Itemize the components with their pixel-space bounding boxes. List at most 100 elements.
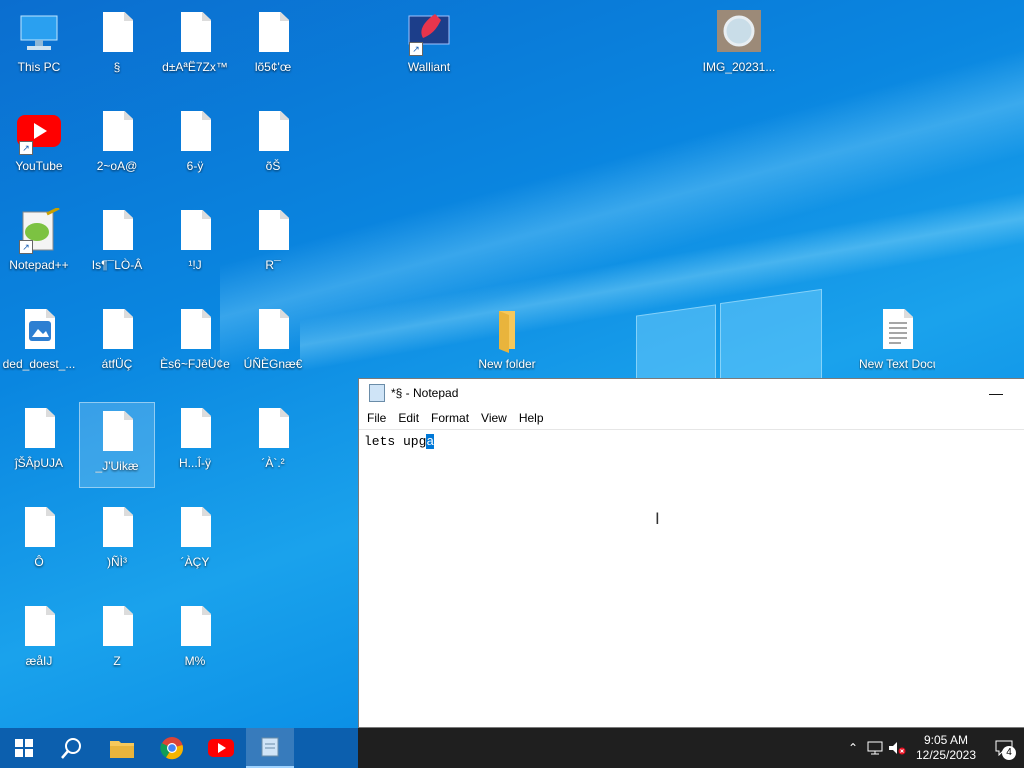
- shortcut-arrow-icon: ↗: [19, 240, 33, 254]
- desktop-icon-file[interactable]: ÚÑÈGnæ€: [235, 301, 311, 387]
- taskbar-youtube[interactable]: [197, 728, 245, 768]
- image-file-icon: [17, 307, 61, 353]
- clock[interactable]: 9:05 AM 12/25/2023: [908, 733, 984, 763]
- desktop-icon-file[interactable]: átfÜÇ: [79, 301, 155, 387]
- notification-count-badge: 4: [1002, 746, 1016, 760]
- minimize-button[interactable]: —: [986, 383, 1006, 403]
- selected-text: a: [426, 434, 435, 449]
- icon-label: ´ÀÇY: [180, 555, 210, 569]
- text-editor-area[interactable]: lets upga: [359, 430, 1024, 453]
- menu-bar: File Edit Format View Help: [359, 407, 1024, 430]
- icon-label: ´À`.²: [261, 456, 285, 470]
- desktop-icon-new-folder[interactable]: New folder: [469, 301, 545, 387]
- clock-time: 9:05 AM: [923, 733, 969, 747]
- desktop-icon-file[interactable]: ĵŠÂpUJA: [1, 400, 77, 486]
- desktop-icon-file[interactable]: lõ5¢'œ: [235, 4, 311, 90]
- clock-date: 12/25/2023: [915, 748, 977, 762]
- file-icon: [251, 208, 295, 254]
- search-button[interactable]: [48, 728, 96, 768]
- desktop-icon-walliant[interactable]: ↗ Walliant: [391, 4, 467, 90]
- volume-button[interactable]: [886, 728, 908, 768]
- menu-help[interactable]: Help: [513, 409, 550, 427]
- desktop-icon-file[interactable]: æåIJ: [1, 598, 77, 684]
- notepad-window[interactable]: *§ - Notepad — File Edit Format View Hel…: [358, 378, 1024, 728]
- desktop-icon-file[interactable]: )ÑÌ³: [79, 499, 155, 585]
- icon-label: Z: [113, 654, 121, 668]
- desktop-icon-this-pc[interactable]: This PC: [1, 4, 77, 90]
- file-icon: [95, 307, 139, 353]
- desktop-icon-ded-doest[interactable]: ded_doest_...: [1, 301, 77, 387]
- menu-file[interactable]: File: [361, 409, 392, 427]
- walliant-icon: ↗: [407, 10, 451, 56]
- editor-text: lets upg: [364, 434, 427, 449]
- file-icon: [95, 208, 139, 254]
- network-icon: [867, 741, 883, 755]
- desktop-icon-file[interactable]: d±AªË7Zx™: [157, 4, 233, 90]
- icon-label: M%: [184, 654, 206, 668]
- file-icon: [17, 406, 61, 452]
- desktop-icon-file[interactable]: ´À`.²: [235, 400, 311, 486]
- shortcut-arrow-icon: ↗: [19, 141, 33, 155]
- taskbar-chrome[interactable]: [148, 728, 196, 768]
- menu-edit[interactable]: Edit: [392, 409, 425, 427]
- icon-label: Walliant: [407, 60, 451, 74]
- icon-label: ded_doest_...: [2, 357, 76, 371]
- icon-label: 6-ÿ: [186, 159, 204, 173]
- desktop-icon-file[interactable]: ¹!J: [157, 202, 233, 288]
- folder-icon: [485, 307, 529, 353]
- desktop-icon-file[interactable]: õŠ: [235, 103, 311, 189]
- desktop-icon-file[interactable]: M%: [157, 598, 233, 684]
- start-button[interactable]: [0, 728, 48, 768]
- youtube-icon: [208, 739, 234, 757]
- desktop-icon-img[interactable]: IMG_20231...: [701, 4, 777, 90]
- notepad-title-bar[interactable]: *§ - Notepad: [359, 379, 1024, 407]
- menu-format[interactable]: Format: [425, 409, 475, 427]
- system-tray: ⌃ 9:05 AM 12/25/2023 4: [842, 728, 1024, 768]
- file-icon: [95, 409, 139, 455]
- show-hidden-icons-button[interactable]: ⌃: [842, 728, 864, 768]
- menu-view[interactable]: View: [475, 409, 513, 427]
- text-document-icon: [875, 307, 919, 353]
- desktop-icon-file-selected[interactable]: _J'Uikæ: [79, 402, 155, 488]
- window-title: *§ - Notepad: [391, 386, 459, 400]
- icon-label: New folder: [478, 357, 536, 371]
- taskbar: ⌃ 9:05 AM 12/25/2023 4: [0, 728, 1024, 768]
- notepadpp-icon: ↗: [17, 206, 61, 254]
- file-icon: [95, 604, 139, 650]
- desktop-icon-new-text-document[interactable]: New Text Document: [859, 301, 935, 379]
- network-button[interactable]: [864, 728, 886, 768]
- taskbar-notepad[interactable]: [246, 728, 294, 768]
- desktop-icon-notepadpp[interactable]: ↗ Notepad++: [1, 202, 77, 288]
- desktop-icon-file[interactable]: ´ÀÇY: [157, 499, 233, 585]
- desktop-icon-file[interactable]: Ès6~FJêÙ¢e: [157, 301, 233, 387]
- file-icon: [173, 505, 217, 551]
- desktop-icon-youtube[interactable]: ↗ YouTube: [1, 103, 77, 189]
- chrome-icon: [160, 737, 184, 760]
- desktop-icon-file[interactable]: Z: [79, 598, 155, 684]
- icon-label: ¹!J: [188, 258, 202, 272]
- icon-label: IMG_20231...: [702, 60, 776, 74]
- desktop-icon-file[interactable]: R¯: [235, 202, 311, 288]
- windows-icon: [15, 739, 33, 757]
- icon-label: æåIJ: [25, 654, 53, 668]
- file-icon: [173, 406, 217, 452]
- icon-label: Ès6~FJêÙ¢e: [160, 357, 230, 371]
- desktop-icon-file[interactable]: 6-ÿ: [157, 103, 233, 189]
- action-center-button[interactable]: 4: [984, 728, 1024, 768]
- icon-label: Is¶¯LÒ-Â: [91, 258, 143, 272]
- desktop-icon-file[interactable]: Ô: [1, 499, 77, 585]
- text-cursor-icon: I: [655, 509, 660, 528]
- youtube-icon: ↗: [17, 109, 61, 155]
- desktop-icon-file[interactable]: 2~oA@: [79, 103, 155, 189]
- folder-icon: [110, 741, 134, 758]
- file-icon: [251, 10, 295, 56]
- desktop-icon-file[interactable]: H...Î-ÿ: [157, 400, 233, 486]
- icon-label: átfÜÇ: [101, 357, 133, 371]
- file-icon: [173, 109, 217, 155]
- icon-label: d±AªË7Zx™: [162, 60, 228, 74]
- desktop-icon-file[interactable]: Is¶¯LÒ-Â: [79, 202, 155, 288]
- icon-label: R¯: [265, 258, 281, 272]
- desktop-icon-file[interactable]: §: [79, 4, 155, 90]
- taskbar-file-explorer[interactable]: [98, 728, 146, 768]
- file-icon: [251, 406, 295, 452]
